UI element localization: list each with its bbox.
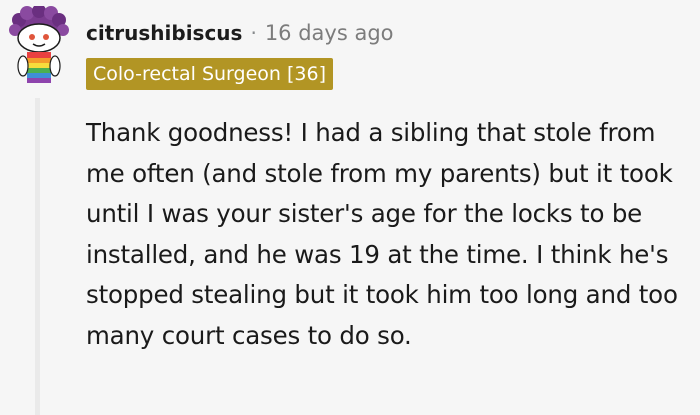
thread-collapse-line[interactable] <box>35 98 40 415</box>
timestamp-link[interactable]: 16 days ago <box>265 21 394 45</box>
username-link[interactable]: citrushibiscus <box>86 21 242 45</box>
comment-body: Thank goodness! I had a sibling that sto… <box>86 118 678 350</box>
comment-header: citrushibiscus · 16 days ago <box>86 16 394 50</box>
user-flair: Colo-rectal Surgeon [36] <box>86 58 333 90</box>
separator-dot: · <box>250 21 257 45</box>
comment: citrushibiscus · 16 days ago Colo-rectal… <box>0 0 700 415</box>
user-avatar[interactable] <box>5 4 71 84</box>
snoo-avatar-icon <box>9 4 69 83</box>
